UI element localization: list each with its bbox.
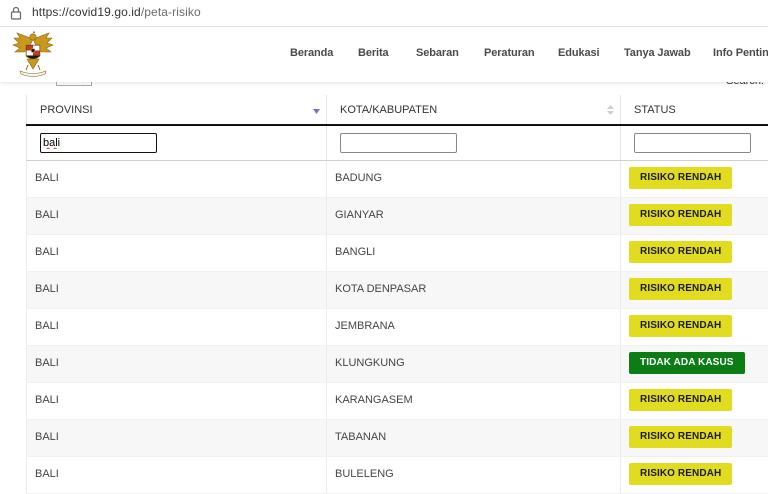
nav-item-beranda[interactable]: Beranda: [290, 47, 333, 59]
nav-item-sebaran[interactable]: Sebaran: [416, 47, 459, 59]
provinsi-filter-input[interactable]: [40, 133, 157, 153]
url-path: /peta-risiko: [140, 5, 201, 19]
site-header: Beranda Berita Sebaran Peraturan Edukasi…: [0, 27, 768, 82]
table-row: BALI KLUNGKUNG TIDAK ADA KASUS: [26, 345, 768, 383]
header-kota[interactable]: KOTA/KABUPATEN: [326, 95, 621, 126]
table-row: BALI BULELENG RISIKO RENDAH: [26, 456, 768, 494]
cell-kota: TABANAN: [326, 419, 621, 457]
status-badge: RISIKO RENDAH: [629, 278, 733, 300]
status-badge: RISIKO RENDAH: [629, 204, 733, 226]
table-row: BALI BANGLI RISIKO RENDAH: [26, 234, 768, 272]
header-status[interactable]: STATUS: [620, 95, 768, 126]
cell-kota: BULELENG: [326, 456, 621, 494]
status-badge: TIDAK ADA KASUS: [629, 352, 745, 374]
cell-provinsi: BALI: [26, 234, 327, 272]
url-host: https://covid19.go.id: [32, 5, 141, 19]
address-bar[interactable]: https://covid19.go.id/peta-risiko: [0, 0, 768, 27]
lock-icon: [10, 6, 22, 20]
cell-provinsi: BALI: [26, 456, 327, 494]
header-provinsi-label: PROVINSI: [40, 103, 93, 116]
status-badge: RISIKO RENDAH: [629, 389, 733, 411]
nav-item-edukasi[interactable]: Edukasi: [558, 47, 600, 59]
nav-item-berita[interactable]: Berita: [358, 47, 389, 59]
filter-cell-status: [620, 125, 768, 161]
sort-desc-icon: [313, 109, 320, 114]
status-badge: RISIKO RENDAH: [629, 315, 733, 337]
risk-table-container: PROVINSI KOTA/KABUPATEN STATUS bali BALI…: [26, 95, 768, 494]
sort-both-icon: [607, 105, 614, 115]
table-row: BALI JEMBRANA RISIKO RENDAH: [26, 308, 768, 346]
nav-item-peraturan[interactable]: Peraturan: [484, 47, 535, 59]
cell-kota: KLUNGKUNG: [326, 345, 621, 383]
cell-kota: KARANGASEM: [326, 382, 621, 420]
cell-status: TIDAK ADA KASUS: [620, 345, 768, 383]
cell-status: RISIKO RENDAH: [620, 456, 768, 494]
cell-kota: BADUNG: [326, 160, 621, 198]
filter-cell-provinsi: [26, 125, 327, 161]
table-row: BALI GIANYAR RISIKO RENDAH: [26, 197, 768, 235]
table-row: BALI TABANAN RISIKO RENDAH: [26, 419, 768, 457]
cell-provinsi: BALI: [26, 419, 327, 457]
table-row: BALI KOTA DENPASAR RISIKO RENDAH: [26, 271, 768, 309]
status-badge: RISIKO RENDAH: [629, 167, 733, 189]
cell-status: RISIKO RENDAH: [620, 160, 768, 198]
cell-kota: GIANYAR: [326, 197, 621, 235]
risk-table: PROVINSI KOTA/KABUPATEN STATUS bali BALI…: [26, 95, 768, 494]
cell-status: RISIKO RENDAH: [620, 271, 768, 309]
cell-kota: BANGLI: [326, 234, 621, 272]
url-text[interactable]: https://covid19.go.id/peta-risiko: [32, 5, 201, 19]
main-nav: Beranda Berita Sebaran Peraturan Edukasi…: [0, 47, 768, 63]
cell-provinsi: BALI: [26, 160, 327, 198]
filter-row: [26, 125, 768, 161]
filter-cell-kota: [326, 125, 621, 161]
nav-item-info-penting[interactable]: Info Penting: [713, 47, 768, 59]
table-row: BALI KARANGASEM RISIKO RENDAH: [26, 382, 768, 420]
cell-status: RISIKO RENDAH: [620, 308, 768, 346]
table-header-row: PROVINSI KOTA/KABUPATEN STATUS: [26, 95, 768, 126]
status-badge: RISIKO RENDAH: [629, 426, 733, 448]
header-status-label: STATUS: [634, 103, 676, 116]
status-badge: RISIKO RENDAH: [629, 241, 733, 263]
cell-provinsi: BALI: [26, 308, 327, 346]
cell-status: RISIKO RENDAH: [620, 197, 768, 235]
cell-kota: JEMBRANA: [326, 308, 621, 346]
cell-provinsi: BALI: [26, 197, 327, 235]
header-kota-label: KOTA/KABUPATEN: [340, 103, 438, 116]
cell-provinsi: BALI: [26, 271, 327, 309]
cell-status: RISIKO RENDAH: [620, 419, 768, 457]
cell-provinsi: BALI: [26, 382, 327, 420]
status-filter-input[interactable]: [634, 133, 751, 153]
cell-provinsi: BALI: [26, 345, 327, 383]
cell-kota: KOTA DENPASAR: [326, 271, 621, 309]
cell-status: RISIKO RENDAH: [620, 234, 768, 272]
kota-filter-input[interactable]: [340, 133, 457, 153]
header-provinsi[interactable]: PROVINSI: [26, 95, 327, 126]
nav-item-tanya-jawab[interactable]: Tanya Jawab: [624, 47, 691, 59]
table-row: BALI BADUNG RISIKO RENDAH: [26, 160, 768, 198]
cell-status: RISIKO RENDAH: [620, 382, 768, 420]
status-badge: RISIKO RENDAH: [629, 463, 733, 485]
